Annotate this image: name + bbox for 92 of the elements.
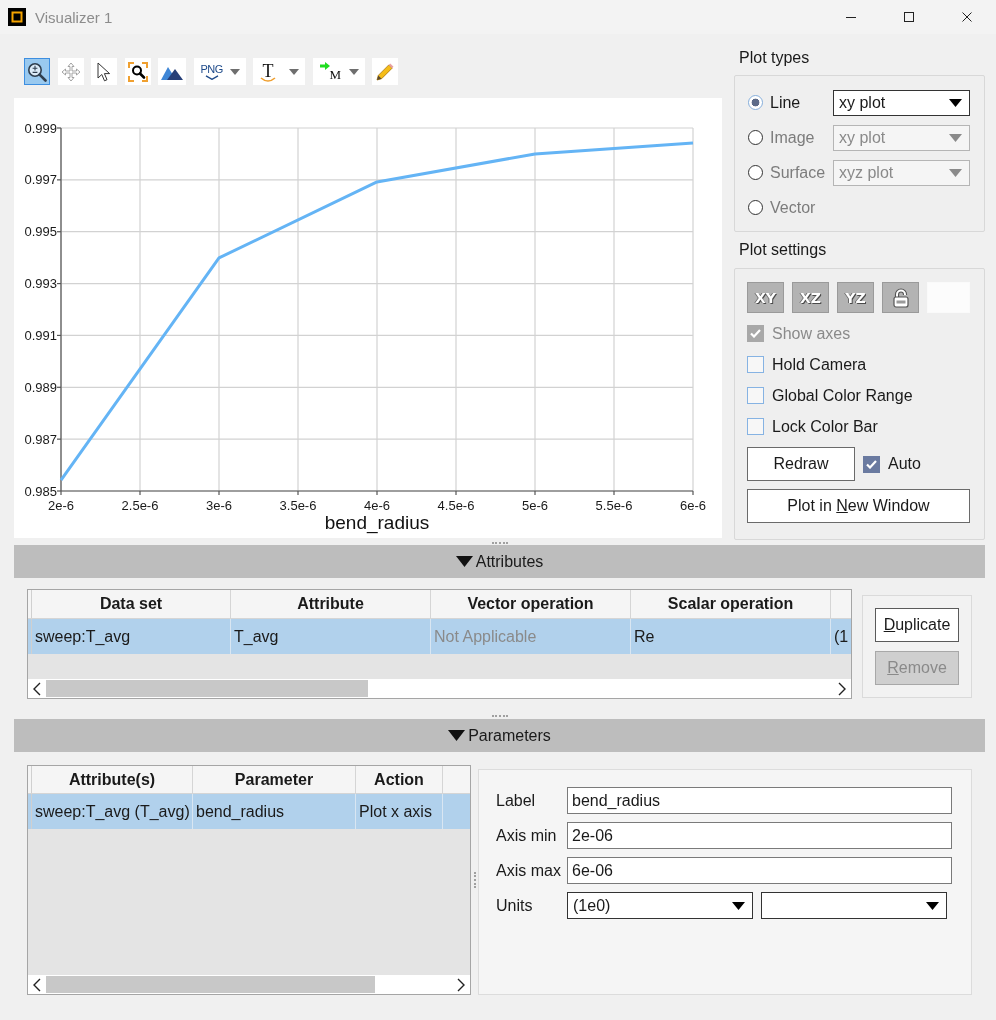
checkbox[interactable] <box>747 418 764 435</box>
scrollbar-thumb[interactable] <box>46 680 368 697</box>
plot-in-new-window-button[interactable]: Plot in New Window <box>747 489 970 523</box>
field-label: Label <box>496 791 537 810</box>
tick-label: 3.5e-6 <box>279 497 317 513</box>
triangle-down-icon[interactable] <box>448 730 466 741</box>
text-field[interactable]: 2e-06 <box>567 822 952 849</box>
minimize-icon[interactable] <box>846 16 856 18</box>
tick-label: 6e-6 <box>680 497 706 513</box>
tick-label: 0.993 <box>24 276 57 292</box>
tick-label: 0.995 <box>24 224 57 240</box>
horizontal-scrollbar[interactable] <box>28 975 470 994</box>
app-icon <box>8 8 26 26</box>
dropdown[interactable]: xy plot <box>833 89 970 116</box>
field-label: Axis min <box>496 826 558 845</box>
text-tool-button[interactable]: T <box>253 58 305 85</box>
tick-label: 4.5e-6 <box>437 497 475 513</box>
window-title: Visualizer 1 <box>35 8 114 26</box>
tick-label: 0.989 <box>24 379 57 395</box>
splitter-handle[interactable] <box>491 541 508 544</box>
peaks-button[interactable] <box>158 58 186 85</box>
table-cell: T_avg <box>231 619 431 654</box>
dropdown[interactable] <box>761 892 947 919</box>
padlock-icon[interactable] <box>890 287 911 308</box>
caret-down-icon[interactable] <box>949 98 962 107</box>
splitter-handle[interactable] <box>473 872 476 888</box>
chevron-right-icon[interactable] <box>838 681 846 696</box>
horizontal-scrollbar[interactable] <box>28 679 851 698</box>
checkbox[interactable] <box>747 356 764 373</box>
tick-label: 2e-6 <box>48 497 74 513</box>
field-label: Axis max <box>496 861 562 880</box>
table-cell: Plot x axis <box>356 794 443 829</box>
tick-label: 0.999 <box>24 120 57 136</box>
section-header[interactable]: Parameters <box>14 719 985 752</box>
checkbox-label[interactable]: Hold Camera <box>772 355 867 374</box>
tick-label: 0.991 <box>24 327 57 343</box>
tick-label: 0.985 <box>24 483 57 499</box>
tick-label: 0.987 <box>24 431 57 447</box>
close-icon[interactable] <box>962 12 972 22</box>
table-cell: bend_radius <box>193 794 356 829</box>
column-header[interactable]: Attribute <box>231 590 431 618</box>
chevron-left-icon[interactable] <box>33 681 41 696</box>
radio-button[interactable] <box>748 95 763 110</box>
splitter-handle[interactable] <box>491 715 508 717</box>
maximize-icon[interactable] <box>904 12 914 22</box>
column-header[interactable]: Parameter <box>193 766 356 793</box>
checkbox-label[interactable]: Lock Color Bar <box>772 417 878 436</box>
chevron-right-icon[interactable] <box>457 977 465 992</box>
table-cell: sweep:T_avg (T_avg) <box>32 794 193 829</box>
tick-label: 0.997 <box>24 172 57 188</box>
caret-down-icon[interactable] <box>926 901 939 910</box>
caret-down-icon[interactable] <box>732 901 745 910</box>
field-label: Units <box>496 896 534 915</box>
checkmark-icon[interactable] <box>866 459 877 469</box>
group-title: Plot settings <box>738 240 828 260</box>
cursor-arrow-icon[interactable] <box>97 61 111 82</box>
tick-label: 3e-6 <box>206 497 232 513</box>
tick-label: 2.5e-6 <box>121 497 159 513</box>
table-cell: Not Applicable <box>431 619 631 654</box>
checkbox[interactable] <box>747 387 764 404</box>
table-cell: Re <box>631 619 831 654</box>
dropdown[interactable]: (1e0) <box>567 892 753 919</box>
action-button[interactable]: Duplicate <box>875 608 959 642</box>
tick-label: 5.5e-6 <box>595 497 633 513</box>
table-cell-text: (1 <box>833 626 850 647</box>
column-header[interactable]: Vector operation <box>431 590 631 618</box>
column-header[interactable]: Attribute(s) <box>32 766 193 793</box>
checkbox-label[interactable]: Global Color Range <box>772 386 913 405</box>
tick-label: 4e-6 <box>364 497 390 513</box>
chevron-icon[interactable] <box>204 74 219 80</box>
triangle-down-icon[interactable] <box>455 556 473 567</box>
redraw-button[interactable]: Redraw <box>747 447 855 481</box>
checkbox[interactable] <box>863 455 880 473</box>
table-cell: sweep:T_avg <box>32 619 231 654</box>
chevron-left-icon[interactable] <box>33 977 41 992</box>
axis-title: bend_radius <box>324 511 430 533</box>
table-row[interactable]: sweep:T_avg (T_avg) bend_radius Plot x axis <box>28 794 470 829</box>
scrollbar-thumb[interactable] <box>46 976 375 993</box>
export-png-button[interactable]: PNG <box>193 58 246 85</box>
text-field[interactable]: 6e-06 <box>567 857 952 884</box>
column-header[interactable]: Scalar operation <box>631 590 831 618</box>
column-header[interactable]: Data set <box>32 590 231 618</box>
radio-label[interactable]: Line <box>770 93 833 112</box>
text-field[interactable]: bend_radius <box>567 787 952 814</box>
column-header[interactable]: Action <box>356 766 443 793</box>
group-title: Plot types <box>738 48 811 68</box>
curve-icon[interactable] <box>260 76 276 82</box>
lock-button[interactable] <box>882 282 919 313</box>
checkbox-label[interactable]: Auto <box>888 455 921 473</box>
tick-label: 5e-6 <box>522 497 548 513</box>
section-header[interactable]: Attributes <box>14 545 985 578</box>
pointer-button[interactable] <box>91 58 117 85</box>
